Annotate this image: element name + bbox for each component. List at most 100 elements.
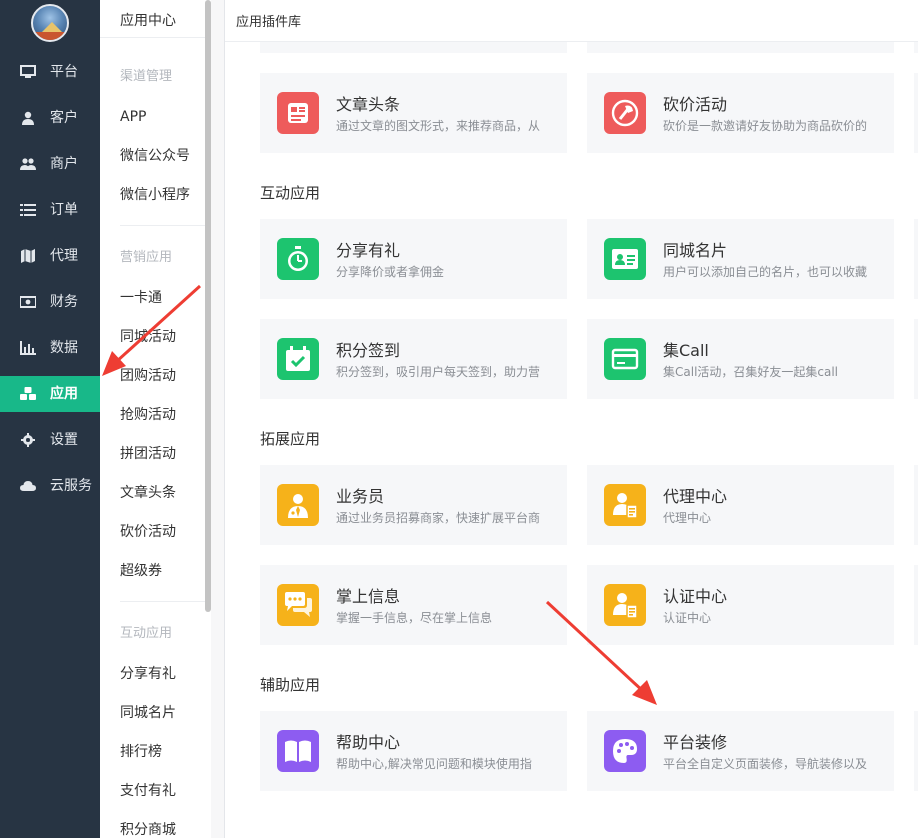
users-icon: [20, 158, 36, 170]
sub-item-wechat-official[interactable]: 微信公众号: [120, 147, 190, 165]
nav-item-data[interactable]: 数据: [0, 330, 100, 366]
card-icon: [604, 338, 646, 380]
sub-item-articles[interactable]: 文章头条: [120, 484, 176, 502]
app-card-title: 集Call: [663, 341, 709, 360]
app-card-local-card[interactable]: 同城名片 用户可以添加自己的名片，也可以收藏: [587, 219, 894, 299]
nav-item-cloud[interactable]: 云服务: [0, 468, 100, 504]
nav-label: 订单: [50, 202, 78, 218]
card-partial: [914, 711, 918, 791]
nav-label: 客户: [50, 110, 78, 126]
app-card-jicall[interactable]: 集Call 集Call活动，召集好友一起集call: [587, 319, 894, 399]
app-card-platform-decoration[interactable]: 平台装修 平台全自定义页面装修，导航装修以及: [587, 711, 894, 791]
app-card-desc: 通过文章的图文形式，来推荐商品，从: [336, 119, 541, 133]
section-title-interactive: 互动应用: [260, 184, 321, 202]
app-card-desc: 帮助中心,解决常见问题和模块使用指: [336, 757, 532, 771]
book-icon: [277, 730, 319, 772]
sub-item-super-coupon[interactable]: 超级券: [120, 562, 162, 580]
certified-user-icon: [604, 584, 646, 626]
app-card-title: 帮助中心: [336, 733, 401, 752]
list-icon: [20, 204, 36, 216]
nav-item-finance[interactable]: 财务: [0, 284, 100, 320]
nav-label: 云服务: [50, 478, 92, 494]
app-card-desc: 积分签到，吸引用户每天签到，助力营: [336, 365, 541, 379]
app-card-desc: 分享降价或者拿佣金: [336, 265, 445, 279]
article-icon: [277, 92, 319, 134]
card-partial: [914, 565, 918, 645]
main-content: 应用插件库 文章头条 通过文章的图文形式，来推荐商品，从 砍价活动 砍价是一款邀…: [225, 0, 918, 838]
app-card-title: 认证中心: [663, 587, 728, 606]
sub-item-pintuan[interactable]: 拼团活动: [120, 445, 176, 463]
user-icon: [22, 111, 34, 125]
app-card-desc: 代理中心: [663, 511, 712, 525]
app-card-pocket-info[interactable]: 掌上信息 掌握一手信息，尽在掌上信息: [260, 565, 567, 645]
secondary-scrollbar[interactable]: [205, 0, 211, 612]
nav-label: 代理: [50, 248, 78, 264]
cloud-icon: [20, 481, 36, 491]
app-card-title: 文章头条: [336, 95, 401, 114]
app-window: 平台 客户 商户 订单 代理 财务 数据 应用 设置 云服务 应用中心 渠道管理…: [0, 0, 918, 838]
app-card-title: 砍价活动: [663, 95, 728, 114]
app-card-title: 积分签到: [336, 341, 401, 360]
section-title-extensions: 拓展应用: [260, 430, 321, 448]
app-card-salesman[interactable]: 业务员 通过业务员招募商家，快速扩展平台商: [260, 465, 567, 545]
map-icon: [21, 249, 35, 263]
nav-label: 设置: [50, 432, 78, 448]
sub-item-onecard[interactable]: 一卡通: [120, 289, 162, 307]
sub-item-share-gift[interactable]: 分享有礼: [120, 665, 176, 683]
app-card-desc: 平台全自定义页面装修，导航装修以及: [663, 757, 868, 771]
sub-item-points-mall[interactable]: 积分商城: [120, 821, 176, 838]
app-card-help-center[interactable]: 帮助中心 帮助中心,解决常见问题和模块使用指: [260, 711, 567, 791]
sub-item-local-card[interactable]: 同城名片: [120, 704, 176, 722]
agent-icon: [604, 484, 646, 526]
nav-item-settings[interactable]: 设置: [0, 422, 100, 458]
card-partial: [587, 42, 894, 53]
monitor-icon: [20, 65, 36, 78]
app-card-cert-center[interactable]: 认证中心 认证中心: [587, 565, 894, 645]
sub-item-local-event[interactable]: 同城活动: [120, 328, 176, 346]
sub-item-wechat-miniprogram[interactable]: 微信小程序: [120, 186, 190, 204]
secondary-sidebar-gutter: [211, 0, 225, 838]
nav-item-apps[interactable]: 应用: [0, 376, 100, 412]
app-card-share-gift[interactable]: 分享有礼 分享降价或者拿佣金: [260, 219, 567, 299]
secondary-sidebar-title: 应用中心: [120, 13, 176, 29]
stopwatch-icon: [277, 238, 319, 280]
app-card-title: 掌上信息: [336, 587, 401, 606]
app-card-articles[interactable]: 文章头条 通过文章的图文形式，来推荐商品，从: [260, 73, 567, 153]
money-icon: [20, 296, 36, 308]
group-title-interactive: 互动应用: [120, 626, 173, 641]
sub-item-pay-gift[interactable]: 支付有礼: [120, 782, 176, 800]
app-card-checkin[interactable]: 积分签到 积分签到，吸引用户每天签到，助力营: [260, 319, 567, 399]
nav-item-customer[interactable]: 客户: [0, 100, 100, 136]
nav-label: 财务: [50, 294, 78, 310]
app-card-bargain[interactable]: 砍价活动 砍价是一款邀请好友协助为商品砍价的: [587, 73, 894, 153]
chat-icon: [277, 584, 319, 626]
group-title-channels: 渠道管理: [120, 69, 173, 84]
nav-item-platform[interactable]: 平台: [0, 54, 100, 90]
card-partial: [914, 73, 918, 153]
nav-label: 应用: [50, 386, 78, 402]
nav-item-merchant[interactable]: 商户: [0, 146, 100, 182]
sub-item-flash-sale[interactable]: 抢购活动: [120, 406, 176, 424]
nav-item-agent[interactable]: 代理: [0, 238, 100, 274]
app-card-desc: 通过业务员招募商家，快速扩展平台商: [336, 511, 541, 525]
app-card-title: 分享有礼: [336, 241, 401, 260]
logo[interactable]: [31, 4, 69, 42]
sub-item-app[interactable]: APP: [120, 108, 146, 126]
app-card-agent-center[interactable]: 代理中心 代理中心: [587, 465, 894, 545]
app-card-desc: 集Call活动，召集好友一起集call: [663, 365, 839, 379]
sub-item-bargain[interactable]: 砍价活动: [120, 523, 176, 541]
app-card-desc: 认证中心: [663, 611, 712, 625]
sub-item-leaderboard[interactable]: 排行榜: [120, 743, 162, 761]
card-partial: [260, 42, 567, 53]
axe-icon: [604, 92, 646, 134]
card-partial: [914, 319, 918, 399]
app-card-title: 业务员: [336, 487, 385, 506]
group-title-marketing: 营销应用: [120, 250, 173, 265]
card-partial: [914, 42, 918, 53]
palette-icon: [604, 730, 646, 772]
nav-item-order[interactable]: 订单: [0, 192, 100, 228]
secondary-sidebar-header: 应用中心: [100, 0, 205, 38]
calendar-check-icon: [277, 338, 319, 380]
section-title-auxiliary: 辅助应用: [260, 676, 321, 694]
sub-item-groupbuy[interactable]: 团购活动: [120, 367, 176, 385]
